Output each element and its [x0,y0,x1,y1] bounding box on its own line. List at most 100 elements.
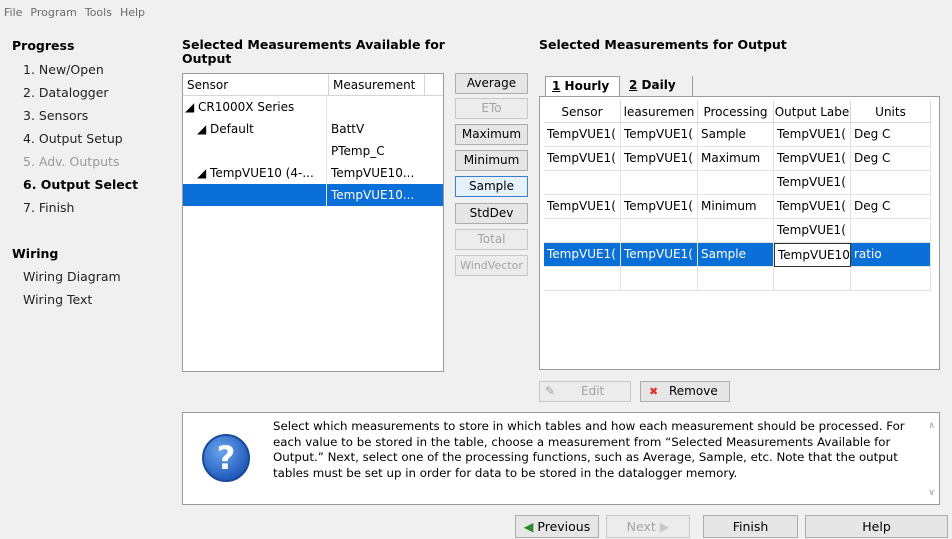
cell-measurement[interactable]: TempVUE1( [621,147,698,171]
cell-sensor[interactable] [544,219,621,243]
cell-measurement[interactable] [621,171,698,195]
remove-label: Remove [669,384,718,398]
minimum-button[interactable]: Minimum [455,150,528,171]
cell-measurement[interactable]: TempVUE1( [621,243,698,267]
svg-text:?: ? [217,439,236,477]
previous-button[interactable]: ◀ Previous [515,515,599,538]
help-text: Select which measurements to store in wh… [273,419,905,480]
cell-measurement[interactable]: TempVUE1( [621,195,698,219]
cell-processing[interactable] [698,219,774,243]
left-arrow-icon: ◀ [523,519,534,534]
progress-item-new-open[interactable]: 1. New/Open [23,62,104,77]
cell-output-label[interactable]: TempVUE1( [774,219,851,243]
finish-button[interactable]: Finish [703,515,798,538]
right-arrow-icon: ▶ [659,519,670,534]
cell-sensor[interactable] [544,171,621,195]
tab-hourly[interactable]: 1 Hourly [545,76,620,96]
column-header-output-label[interactable]: Output Labe [774,101,851,123]
cell-measurement[interactable]: TempVUE1( [621,123,698,147]
maximum-button[interactable]: Maximum [455,124,528,145]
cell-empty[interactable] [698,267,774,291]
cell-sensor[interactable]: TempVUE1( [544,195,621,219]
available-measurements-tree[interactable]: Sensor Measurement ◢ CR1000X Series ◢ De… [182,73,444,372]
output-label-edit-field[interactable]: TempVUE10 [774,243,851,267]
cell-output-label[interactable]: TempVUE1( [774,195,851,219]
column-header-measurement[interactable]: leasuremen [621,101,698,123]
wiring-title: Wiring [12,246,59,261]
tab-daily[interactable]: 2 Daily [623,76,693,96]
available-heading: Selected Measurements Available for Outp… [182,37,445,66]
help-button[interactable]: Help [805,515,948,538]
progress-item-sensors[interactable]: 3. Sensors [23,108,88,123]
edit-button[interactable]: ✎ Edit [539,381,631,402]
cell-units[interactable] [851,171,931,195]
cell-units[interactable]: Deg C [851,195,931,219]
tree-measurement-cell: TempVUE10... [331,166,415,180]
cell-units[interactable]: Deg C [851,123,931,147]
progress-item-finish[interactable]: 7. Finish [23,200,74,215]
wiring-diagram-link[interactable]: Wiring Diagram [23,269,121,284]
cell-empty[interactable] [774,267,851,291]
menu-bar: File Program Tools Help [0,0,952,24]
output-heading: Selected Measurements for Output [539,37,787,52]
remove-button[interactable]: ✖ Remove [640,381,730,402]
cell-output-label[interactable]: TempVUE1( [774,123,851,147]
cell-empty[interactable] [544,267,621,291]
progress-item-output-select[interactable]: 6. Output Select [23,177,138,192]
average-button[interactable]: Average [455,73,528,94]
tree-measurement-cell [329,96,425,118]
column-header-measurement[interactable]: Measurement [329,74,425,96]
tab-daily-label: Daily [641,78,676,92]
tree-sensor-cell: ◢ TempVUE10 (4-... [183,162,327,184]
tree-row[interactable]: ◢ Default BattV [183,118,443,140]
tree-row[interactable]: ◢ TempVUE10 (4-... TempVUE10... [183,162,443,184]
progress-item-output-setup[interactable]: 4. Output Setup [23,131,123,146]
total-button[interactable]: Total [455,229,528,250]
progress-title: Progress [12,38,75,53]
wiring-text-link[interactable]: Wiring Text [23,292,92,307]
eto-button[interactable]: ETo [455,98,528,119]
scroll-down-icon[interactable]: ∨ [928,488,935,498]
cell-processing[interactable]: Minimum [698,195,774,219]
tree-measurement-cell: PTemp_C [331,144,385,158]
cell-output-label[interactable]: TempVUE1( [774,171,851,195]
menu-file[interactable]: File [4,6,22,19]
tree-row[interactable]: PTemp_C [183,140,443,162]
menu-program[interactable]: Program [30,6,76,19]
stddev-button[interactable]: StdDev [455,203,528,224]
scroll-up-icon[interactable]: ∧ [928,421,935,431]
cell-processing[interactable]: Maximum [698,147,774,171]
cell-processing[interactable]: Sample [698,243,774,267]
cell-empty[interactable] [851,267,931,291]
column-header-sensor[interactable]: Sensor [544,101,621,123]
windvector-button[interactable]: WindVector [455,255,528,276]
cell-processing[interactable]: Sample [698,123,774,147]
tree-sensor-cell: ◢ Default [183,118,327,140]
remove-icon: ✖ [649,385,659,398]
cell-empty[interactable] [621,267,698,291]
tree-row-selected[interactable]: TempVUE10... [183,184,443,206]
column-header-units[interactable]: Units [851,101,931,123]
menu-help[interactable]: Help [120,6,145,19]
tree-row[interactable]: ◢ CR1000X Series [183,96,443,118]
cell-units[interactable]: Deg C [851,147,931,171]
tree-sensor-cell [183,140,327,162]
cell-units[interactable] [851,219,931,243]
cell-units[interactable]: ratio [851,243,931,267]
cell-sensor[interactable]: TempVUE1( [544,147,621,171]
column-header-processing[interactable]: Processing [698,101,774,123]
cell-sensor[interactable]: TempVUE1( [544,243,621,267]
progress-item-datalogger[interactable]: 2. Datalogger [23,85,109,100]
next-button[interactable]: Next ▶ [606,515,690,538]
tab-hourly-label: Hourly [564,79,610,93]
output-grid[interactable]: Sensor leasuremen Processing Output Labe… [539,96,940,370]
menu-tools[interactable]: Tools [85,6,112,19]
tree-measurement-cell: BattV [331,122,365,136]
sample-button[interactable]: Sample [455,176,528,197]
cell-sensor[interactable]: TempVUE1( [544,123,621,147]
cell-processing[interactable] [698,171,774,195]
cell-measurement[interactable] [621,219,698,243]
tree-header: Sensor Measurement [183,74,443,96]
column-header-sensor[interactable]: Sensor [183,74,329,96]
cell-output-label[interactable]: TempVUE1( [774,147,851,171]
